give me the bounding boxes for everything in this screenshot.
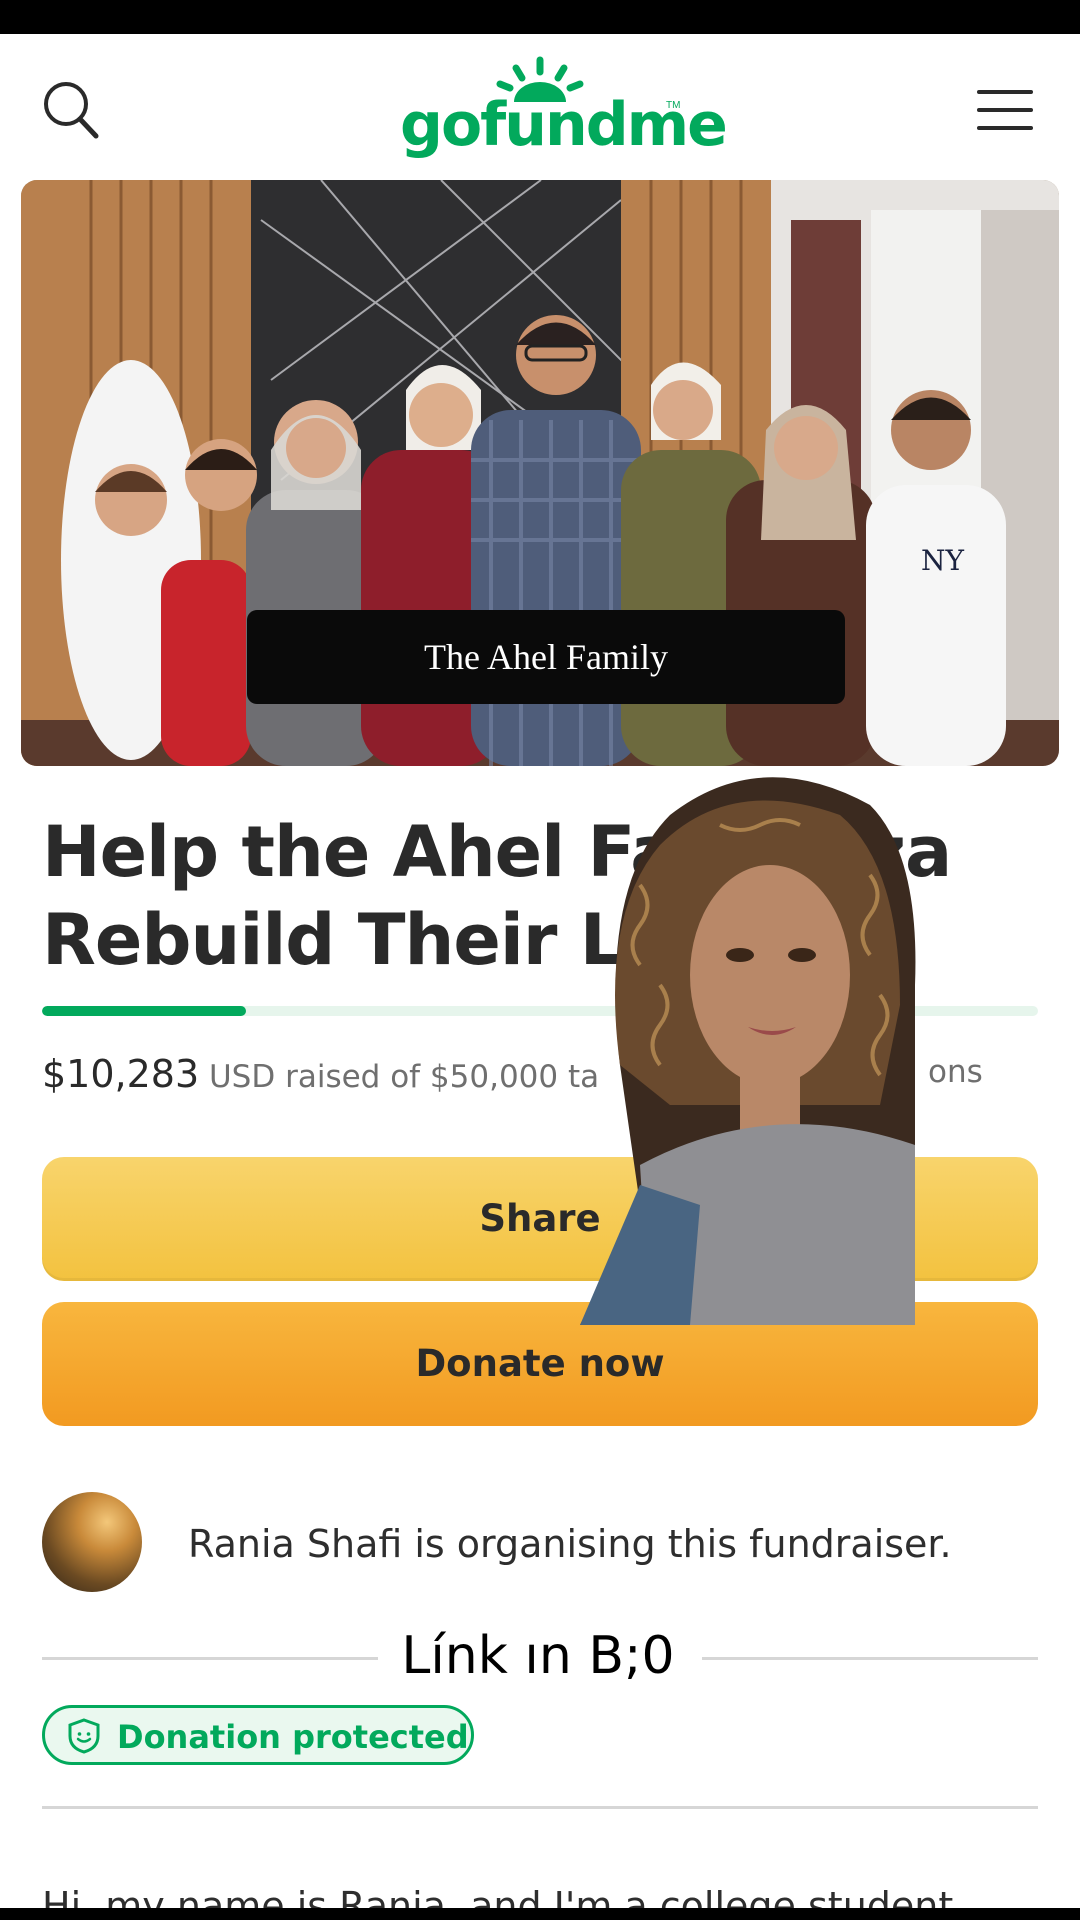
- donation-protected-badge[interactable]: Donation protected: [42, 1705, 474, 1765]
- search-button[interactable]: [40, 78, 104, 142]
- bottom-edge: [0, 1908, 1080, 1920]
- svg-text:NY: NY: [921, 544, 965, 577]
- raised-goal-text: USD raised of $50,000 ta: [199, 1059, 600, 1095]
- campaign-hero-image[interactable]: NY The Ahel Family: [21, 180, 1059, 766]
- link-in-bio-overlay-text: Línk ın B;0: [401, 1626, 675, 1686]
- divider-right: [702, 1657, 1038, 1660]
- hero-caption: The Ahel Family: [247, 610, 845, 704]
- divider-left: [42, 1657, 378, 1660]
- creator-overlay-video: [580, 777, 916, 1325]
- menu-button[interactable]: [976, 86, 1034, 134]
- story-text: Hi, my name is Rania, and I'm a college …: [42, 1884, 954, 1908]
- logo-trademark: TM: [666, 100, 681, 111]
- organiser-avatar[interactable]: [42, 1492, 142, 1592]
- shield-icon: [68, 1718, 100, 1754]
- status-bar: [0, 0, 1080, 34]
- search-icon: [44, 82, 99, 139]
- hamburger-menu-icon: [977, 90, 1033, 130]
- organiser-text: Rania Shafi is organising this fundraise…: [188, 1522, 952, 1566]
- donation-protected-label: Donation protected: [117, 1718, 469, 1756]
- header: gofundme TM: [0, 34, 1080, 180]
- logo-wordmark: gofundme: [400, 90, 728, 160]
- raised-amount: $10,283: [42, 1052, 200, 1096]
- organiser-row[interactable]: Rania Shafi is organising this fundraise…: [42, 1492, 1042, 1592]
- donations-count-fragment: ons: [928, 1054, 983, 1090]
- section-divider: [42, 1806, 1038, 1809]
- donation-progress-fill: [42, 1006, 247, 1016]
- gofundme-logo[interactable]: gofundme TM: [400, 54, 728, 174]
